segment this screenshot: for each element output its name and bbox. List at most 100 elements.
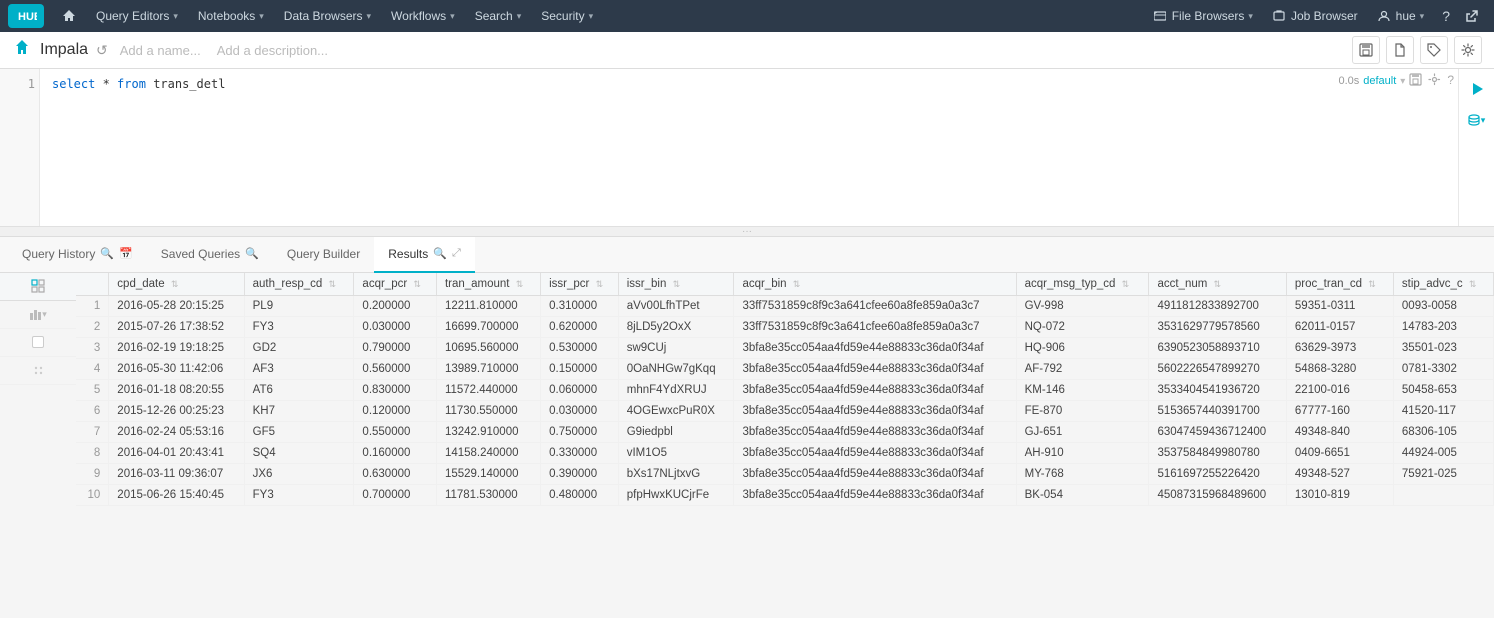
cell-tran_amount: 11730.550000 <box>436 400 540 421</box>
nav-workflows-chevron: ▾ <box>450 11 455 22</box>
col-header-cpd_date[interactable]: cpd_date ⇅ <box>109 273 244 296</box>
nav-search[interactable]: Search ▾ <box>465 0 532 32</box>
cell-tran_amount: 15529.140000 <box>436 463 540 484</box>
cell-issr_pcr: 0.750000 <box>541 421 619 442</box>
editor-content[interactable]: select * from trans_detl <box>40 69 1458 225</box>
cell-issr_pcr: 0.330000 <box>541 442 619 463</box>
table-row: 5 2016-01-18 08:20:55 AT6 0.830000 11572… <box>76 379 1494 400</box>
cell-stip_advc_c: 75921-025 <box>1393 463 1493 484</box>
cell-acqr_msg_typ_cd: BK-054 <box>1016 484 1149 505</box>
desc-field[interactable]: Add a description... <box>217 43 328 58</box>
undo-button[interactable]: ↺ <box>96 42 108 59</box>
tab-query-builder[interactable]: Query Builder <box>273 237 374 273</box>
cell-acqr_bin: 33ff7531859c8f9c3a641cfee60a8fe859a0a3c7 <box>734 295 1016 316</box>
cell-cpd_date: 2015-06-26 15:40:45 <box>109 484 244 505</box>
col-header-issr_pcr[interactable]: issr_pcr ⇅ <box>541 273 619 296</box>
editor-settings-icon[interactable] <box>1428 73 1441 89</box>
col-header-stip_advc_c[interactable]: stip_advc_c ⇅ <box>1393 273 1493 296</box>
table-row: 7 2016-02-24 05:53:16 GF5 0.550000 13242… <box>76 421 1494 442</box>
nav-query-editors[interactable]: Query Editors ▾ <box>86 0 188 32</box>
cell-issr_bin: G9iedpbl <box>618 421 734 442</box>
nav-job-browser[interactable]: Job Browser <box>1263 0 1368 32</box>
cell-proc_tran_cd: 67777-160 <box>1286 400 1393 421</box>
col-header-acqr_pcr[interactable]: acqr_pcr ⇅ <box>354 273 437 296</box>
tab-saved-queries[interactable]: Saved Queries 🔍 <box>147 237 273 273</box>
cell-stip_advc_c: 44924-005 <box>1393 442 1493 463</box>
nav-home[interactable] <box>52 0 86 32</box>
cell-rownum: 10 <box>76 484 109 505</box>
table-scroll-area[interactable]: cpd_date ⇅ auth_resp_cd ⇅ acqr_pcr ⇅ tra… <box>76 273 1494 506</box>
col-header-auth_resp_cd[interactable]: auth_resp_cd ⇅ <box>244 273 354 296</box>
tag-button[interactable] <box>1420 36 1448 64</box>
nav-security[interactable]: Security ▾ <box>531 0 603 32</box>
nav-help-button[interactable]: ? <box>1434 0 1458 32</box>
cell-issr_pcr: 0.390000 <box>541 463 619 484</box>
cell-proc_tran_cd: 49348-840 <box>1286 421 1393 442</box>
cell-proc_tran_cd: 62011-0157 <box>1286 316 1393 337</box>
cell-tran_amount: 10695.560000 <box>436 337 540 358</box>
cell-acqr_pcr: 0.560000 <box>354 358 437 379</box>
run-button[interactable] <box>1467 79 1487 104</box>
col-header-acqr_bin[interactable]: acqr_bin ⇅ <box>734 273 1016 296</box>
save-button[interactable] <box>1352 36 1380 64</box>
editor-help-icon[interactable]: ? <box>1447 73 1454 89</box>
editor-save-icon[interactable] <box>1409 73 1422 89</box>
table-row: 4 2016-05-30 11:42:06 AF3 0.560000 13989… <box>76 358 1494 379</box>
nav-notebooks[interactable]: Notebooks ▾ <box>188 0 274 32</box>
col-header-proc_tran_cd[interactable]: proc_tran_cd ⇅ <box>1286 273 1393 296</box>
cell-acqr_bin: 3bfa8e35cc054aa4fd59e44e88833c36da0f34af <box>734 379 1016 400</box>
cell-tran_amount: 11781.530000 <box>436 484 540 505</box>
tab-saved-queries-label: Saved Queries <box>161 247 240 261</box>
name-field[interactable]: Add a name... <box>120 43 201 58</box>
tab-query-history[interactable]: Query History 🔍 📅 <box>8 237 147 273</box>
results-table-container[interactable]: ▾ cpd_date ⇅ auth_resp_cd ⇅ <box>0 273 1494 578</box>
collapse-handle[interactable]: ··· <box>0 227 1494 237</box>
impala-icon <box>12 38 32 63</box>
col-header-tran_amount[interactable]: tran_amount ⇅ <box>436 273 540 296</box>
table-row: 6 2015-12-26 00:25:23 KH7 0.120000 11730… <box>76 400 1494 421</box>
table-row: 2 2015-07-26 17:38:52 FY3 0.030000 16699… <box>76 316 1494 337</box>
query-time: 0.0s <box>1338 75 1359 87</box>
tab-results[interactable]: Results 🔍 ⤢ <box>374 237 475 273</box>
row-ctrl-checkbox[interactable] <box>0 329 76 357</box>
col-header-acct_num[interactable]: acct_num ⇅ <box>1149 273 1286 296</box>
nav-file-browsers[interactable]: File Browsers ▾ <box>1144 0 1263 32</box>
col-header-acqr_msg_typ_cd[interactable]: acqr_msg_typ_cd ⇅ <box>1016 273 1149 296</box>
cell-acqr_bin: 33ff7531859c8f9c3a641cfee60a8fe859a0a3c7 <box>734 316 1016 337</box>
cell-rownum: 3 <box>76 337 109 358</box>
cell-auth_resp_cd: AT6 <box>244 379 354 400</box>
grid-view-button[interactable] <box>27 275 49 297</box>
cell-rownum: 6 <box>76 400 109 421</box>
nav-notebooks-chevron: ▾ <box>259 11 264 22</box>
row-ctrl-drag[interactable] <box>0 357 76 385</box>
cell-stip_advc_c: 41520-117 <box>1393 400 1493 421</box>
tab-query-history-label: Query History <box>22 247 95 261</box>
settings-button[interactable] <box>1454 36 1482 64</box>
cell-acqr_msg_typ_cd: GV-998 <box>1016 295 1149 316</box>
cell-cpd_date: 2016-05-30 11:42:06 <box>109 358 244 379</box>
cell-issr_pcr: 0.150000 <box>541 358 619 379</box>
nav-external-button[interactable] <box>1458 0 1486 32</box>
col-header-issr_bin[interactable]: issr_bin ⇅ <box>618 273 734 296</box>
nav-hue-user[interactable]: hue ▾ <box>1368 0 1435 32</box>
table-row: 10 2015-06-26 15:40:45 FY3 0.700000 1178… <box>76 484 1494 505</box>
cell-auth_resp_cd: GD2 <box>244 337 354 358</box>
db-selector-button[interactable]: ▾ <box>1466 112 1488 128</box>
top-nav: HUE Query Editors ▾ Notebooks ▾ Data Bro… <box>0 0 1494 32</box>
app-logo[interactable]: HUE <box>8 4 44 28</box>
select-all-checkbox[interactable] <box>32 336 44 348</box>
cell-tran_amount: 13989.710000 <box>436 358 540 379</box>
cell-acct_num: 6390523058893710 <box>1149 337 1286 358</box>
new-file-button[interactable] <box>1386 36 1414 64</box>
cell-acct_num: 5153657440391700 <box>1149 400 1286 421</box>
col-header-rownum <box>76 273 109 296</box>
cell-auth_resp_cd: KH7 <box>244 400 354 421</box>
query-db[interactable]: default <box>1363 75 1396 87</box>
nav-workflows[interactable]: Workflows ▾ <box>381 0 465 32</box>
row-ctrl-chart-button[interactable]: ▾ <box>0 301 76 329</box>
query-info-icons: ? <box>1409 73 1454 89</box>
nav-data-browsers[interactable]: Data Browsers ▾ <box>274 0 381 32</box>
cell-acqr_msg_typ_cd: AH-910 <box>1016 442 1149 463</box>
cell-tran_amount: 16699.700000 <box>436 316 540 337</box>
keyword-select: select <box>52 77 95 91</box>
